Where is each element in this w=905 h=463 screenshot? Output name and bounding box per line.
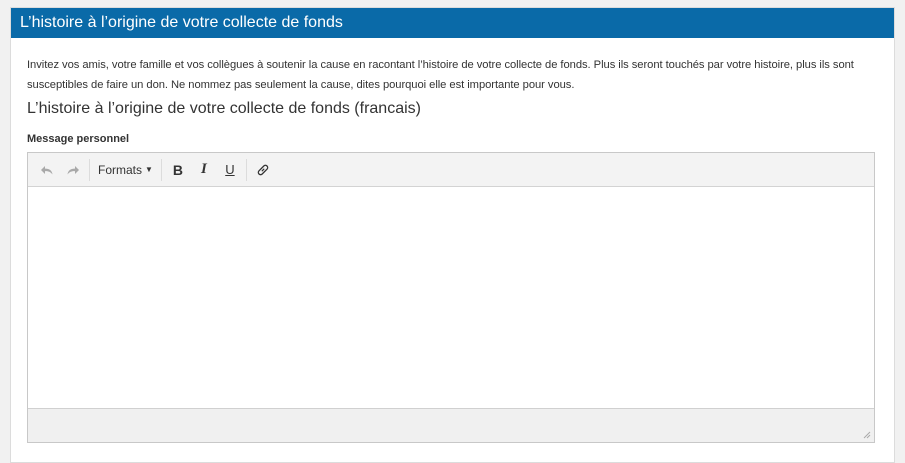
panel-body: Invitez vos amis, votre famille et vos c… <box>11 38 894 443</box>
story-panel: L’histoire à l’origine de votre collecte… <box>10 7 895 463</box>
resize-handle-icon[interactable] <box>863 431 871 439</box>
rich-text-editor: Formats ▼ B I U <box>27 152 875 443</box>
toolbar-divider <box>160 158 162 181</box>
link-group <box>250 153 276 186</box>
editor-toolbar: Formats ▼ B I U <box>28 153 874 187</box>
intro-text: Invitez vos amis, votre famille et vos c… <box>27 59 854 91</box>
italic-button[interactable]: I <box>191 157 217 183</box>
redo-icon <box>67 165 79 174</box>
field-label: Message personnel <box>27 133 130 145</box>
undo-icon <box>41 165 53 174</box>
editor-content-area[interactable] <box>28 187 874 408</box>
undo-button[interactable] <box>34 157 60 183</box>
formats-label: Formats <box>98 162 143 177</box>
caret-down-icon: ▼ <box>145 165 153 174</box>
panel-title: L’histoire à l’origine de votre collecte… <box>11 8 894 38</box>
formats-dropdown[interactable]: Formats ▼ <box>93 157 158 183</box>
section-title: L’histoire à l’origine de votre collecte… <box>27 100 421 117</box>
formats-group: Formats ▼ <box>93 153 158 186</box>
toolbar-divider <box>245 158 247 181</box>
underline-button[interactable]: U <box>217 157 243 183</box>
link-button[interactable] <box>250 157 276 183</box>
link-icon <box>257 164 269 175</box>
history-group <box>34 153 86 186</box>
redo-button[interactable] <box>60 157 86 183</box>
editor-statusbar <box>28 408 874 442</box>
style-group: B I U <box>165 153 243 186</box>
toolbar-divider <box>89 158 90 181</box>
bold-button[interactable]: B <box>165 157 191 183</box>
